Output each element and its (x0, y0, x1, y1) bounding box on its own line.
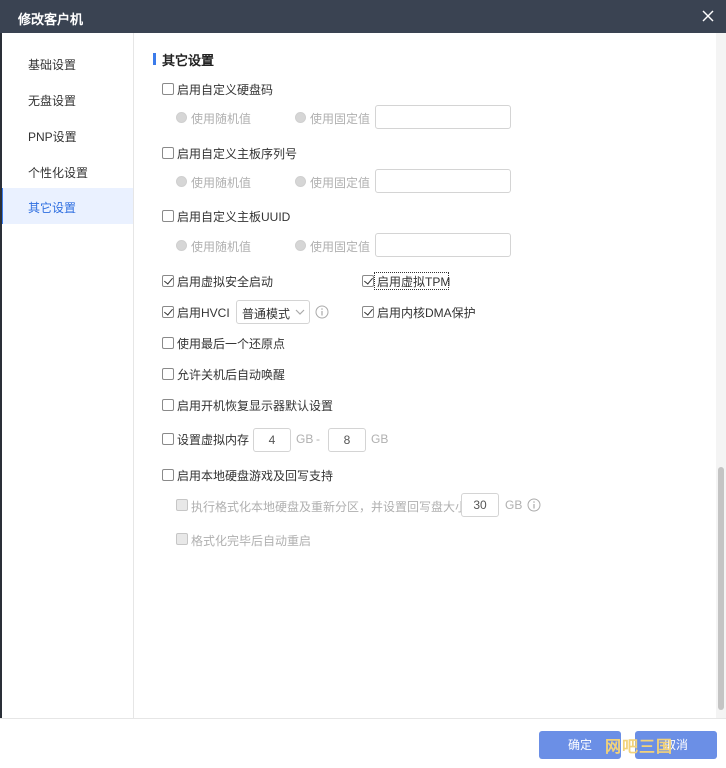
sidebar-item-label: 个性化设置 (28, 166, 89, 180)
sidebar-item-label: 其它设置 (28, 201, 77, 215)
wake-after-shutdown-label: 允许关机后自动唤醒 (177, 368, 286, 382)
sidebar-item-pnp[interactable]: PNP设置 (0, 117, 133, 153)
board-serial-input[interactable] (375, 169, 511, 193)
writeback-size-unit: GB (505, 498, 523, 512)
watermark-logo: 网吧三国 (605, 739, 674, 756)
board-uuid-random-radio[interactable] (176, 240, 187, 251)
disk-code-random-label: 使用随机值 (191, 112, 252, 126)
board-serial-fixed-radio[interactable] (295, 176, 306, 187)
sidebar-item-other[interactable]: 其它设置 (0, 188, 133, 224)
custom-disk-code-checkbox[interactable] (162, 83, 174, 95)
close-icon[interactable] (698, 6, 718, 26)
window-title: 修改客户机 (18, 12, 84, 27)
kernel-dma-label: 启用内核DMA保护 (377, 306, 476, 320)
format-local-disk-checkbox[interactable] (176, 499, 188, 511)
local-disk-game-label: 启用本地硬盘游戏及回写支持 (177, 469, 334, 483)
custom-board-uuid-label: 启用自定义主板UUID (177, 210, 291, 224)
virtual-memory-label: 设置虚拟内存 (177, 433, 250, 447)
hvci-mode-select[interactable]: 普通模式 (236, 300, 310, 324)
virtual-memory-max-unit: GB (371, 432, 389, 446)
format-local-disk-label: 执行格式化本地硬盘及重新分区，并设置回写盘大小 (191, 500, 468, 514)
virtual-secure-boot-checkbox[interactable] (162, 275, 174, 287)
wake-after-shutdown-checkbox[interactable] (162, 368, 174, 380)
range-separator: - (316, 432, 320, 446)
disk-code-fixed-label: 使用固定值 (310, 112, 371, 126)
virtual-memory-max-input[interactable]: 8 (328, 428, 366, 452)
settings-panel: 其它设置 启用自定义硬盘码 使用随机值 使用固定值 启用自定义主板序列号 使用随… (134, 33, 714, 718)
info-icon[interactable] (527, 498, 541, 512)
board-uuid-fixed-radio[interactable] (295, 240, 306, 251)
custom-disk-code-label: 启用自定义硬盘码 (177, 83, 274, 97)
board-serial-random-label: 使用随机值 (191, 176, 252, 190)
virtual-secure-boot-label: 启用虚拟安全启动 (177, 275, 274, 289)
board-uuid-input[interactable] (375, 233, 511, 257)
sidebar-item-diskless[interactable]: 无盘设置 (0, 81, 133, 117)
section-marker (153, 53, 156, 65)
virtual-memory-checkbox[interactable] (162, 433, 174, 445)
virtual-tpm-checkbox[interactable] (362, 275, 374, 287)
last-restore-point-checkbox[interactable] (162, 337, 174, 349)
kernel-dma-checkbox[interactable] (362, 306, 374, 318)
restore-display-defaults-label: 启用开机恢复显示器默认设置 (177, 399, 334, 413)
sidebar-item-personalize[interactable]: 个性化设置 (0, 153, 133, 189)
board-uuid-random-label: 使用随机值 (191, 240, 252, 254)
sidebar-item-label: 基础设置 (28, 58, 77, 72)
title-bar: 修改客户机 (0, 0, 726, 33)
section-title: 其它设置 (162, 53, 215, 68)
disk-code-random-radio[interactable] (176, 112, 187, 123)
scrollbar-thumb[interactable] (718, 467, 724, 710)
restore-display-defaults-checkbox[interactable] (162, 399, 174, 411)
local-disk-game-checkbox[interactable] (162, 469, 174, 481)
custom-board-uuid-checkbox[interactable] (162, 210, 174, 222)
sidebar: 基础设置 无盘设置 PNP设置 个性化设置 其它设置 (0, 33, 134, 718)
hvci-mode-value: 普通模式 (242, 307, 291, 321)
disk-code-fixed-radio[interactable] (295, 112, 306, 123)
sidebar-item-basic[interactable]: 基础设置 (0, 45, 133, 81)
custom-board-serial-checkbox[interactable] (162, 147, 174, 159)
board-uuid-fixed-label: 使用固定值 (310, 240, 371, 254)
info-icon[interactable] (315, 305, 329, 319)
board-serial-random-radio[interactable] (176, 176, 187, 187)
custom-board-serial-label: 启用自定义主板序列号 (177, 147, 298, 161)
virtual-memory-min-unit: GB (296, 432, 314, 446)
window-edge (0, 33, 2, 768)
writeback-size-input[interactable]: 30 (461, 493, 499, 517)
chevron-down-icon (295, 309, 305, 315)
reboot-after-format-checkbox[interactable] (176, 533, 188, 545)
sidebar-item-label: 无盘设置 (28, 94, 77, 108)
disk-code-input[interactable] (375, 105, 511, 129)
board-serial-fixed-label: 使用固定值 (310, 176, 371, 190)
last-restore-point-label: 使用最后一个还原点 (177, 337, 286, 351)
reboot-after-format-label: 格式化完毕后自动重启 (191, 534, 312, 548)
hvci-label: 启用HVCI (177, 306, 230, 320)
sidebar-item-label: PNP设置 (28, 130, 77, 144)
virtual-memory-min-input[interactable]: 4 (253, 428, 291, 452)
hvci-checkbox[interactable] (162, 306, 174, 318)
virtual-tpm-label: 启用虚拟TPM (377, 275, 451, 289)
